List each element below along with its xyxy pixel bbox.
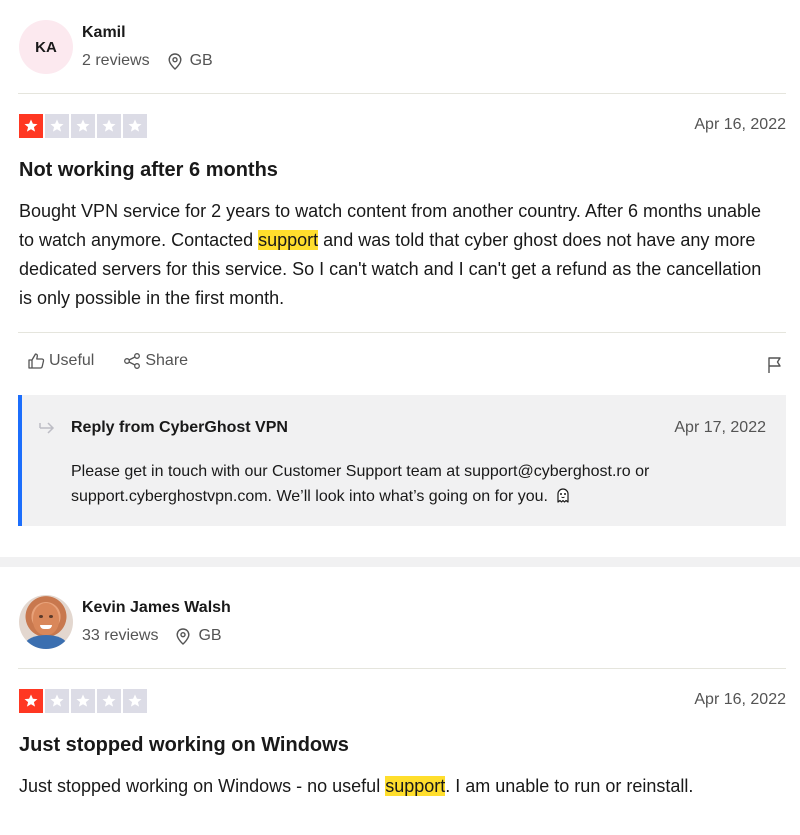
location: GB bbox=[176, 627, 222, 645]
review-separator bbox=[0, 557, 800, 567]
star-icon bbox=[19, 689, 43, 713]
consumer-meta: 2 reviews GB bbox=[82, 52, 213, 70]
star-icon bbox=[19, 114, 43, 138]
star-icon bbox=[123, 689, 147, 713]
reply-date: Apr 17, 2022 bbox=[674, 419, 766, 436]
country: GB bbox=[189, 52, 213, 69]
divider bbox=[18, 332, 786, 333]
avatar[interactable] bbox=[19, 595, 73, 649]
star-icon bbox=[97, 689, 121, 713]
consumer-name[interactable]: Kamil bbox=[82, 24, 126, 42]
review-title[interactable]: Not working after 6 months bbox=[19, 159, 278, 182]
consumer-name[interactable]: Kevin James Walsh bbox=[82, 599, 231, 617]
map-pin-icon bbox=[168, 52, 182, 70]
divider bbox=[18, 93, 786, 94]
thumbs-up-icon bbox=[28, 353, 45, 369]
reviews-count: 33 reviews bbox=[82, 627, 159, 644]
divider bbox=[18, 668, 786, 669]
review-body: Bought VPN service for 2 years to watch … bbox=[19, 197, 779, 313]
share-label: Share bbox=[145, 352, 189, 369]
review-actions: Useful Share bbox=[27, 352, 217, 370]
star-icon bbox=[71, 689, 95, 713]
star-rating bbox=[19, 689, 147, 713]
flag-icon[interactable] bbox=[766, 356, 784, 374]
company-reply: Reply from CyberGhost VPN Apr 17, 2022 P… bbox=[18, 395, 786, 526]
useful-button[interactable]: Useful bbox=[27, 352, 94, 370]
avatar-face bbox=[33, 603, 59, 635]
review-title[interactable]: Just stopped working on Windows bbox=[19, 734, 349, 757]
star-icon bbox=[45, 689, 69, 713]
star-icon bbox=[45, 114, 69, 138]
reviews-count: 2 reviews bbox=[82, 52, 150, 69]
reply-text-container: Please get in touch with our Customer Su… bbox=[71, 459, 771, 509]
review-text: Just stopped working on Windows - no use… bbox=[19, 776, 386, 796]
search-highlight: support bbox=[258, 230, 319, 250]
review-body: Just stopped working on Windows - no use… bbox=[19, 772, 779, 801]
consumer-meta: 33 reviews GB bbox=[82, 627, 222, 645]
country: GB bbox=[198, 627, 222, 644]
star-icon bbox=[97, 114, 121, 138]
avatar[interactable]: KA bbox=[19, 20, 73, 74]
review-text: . I am unable to run or reinstall. bbox=[445, 776, 694, 796]
star-icon bbox=[71, 114, 95, 138]
reply-from[interactable]: Reply from CyberGhost VPN bbox=[71, 419, 288, 437]
share-icon bbox=[124, 353, 141, 369]
location: GB bbox=[168, 52, 213, 70]
ghost-emoji-icon bbox=[557, 488, 570, 503]
review-date: Apr 16, 2022 bbox=[694, 691, 786, 708]
search-highlight: support bbox=[385, 776, 446, 796]
useful-label: Useful bbox=[49, 352, 95, 369]
share-button[interactable]: Share bbox=[123, 352, 188, 370]
star-rating bbox=[19, 114, 147, 138]
review-date: Apr 16, 2022 bbox=[694, 116, 786, 133]
reply-arrow-icon bbox=[39, 422, 55, 434]
map-pin-icon bbox=[176, 627, 190, 645]
star-icon bbox=[123, 114, 147, 138]
